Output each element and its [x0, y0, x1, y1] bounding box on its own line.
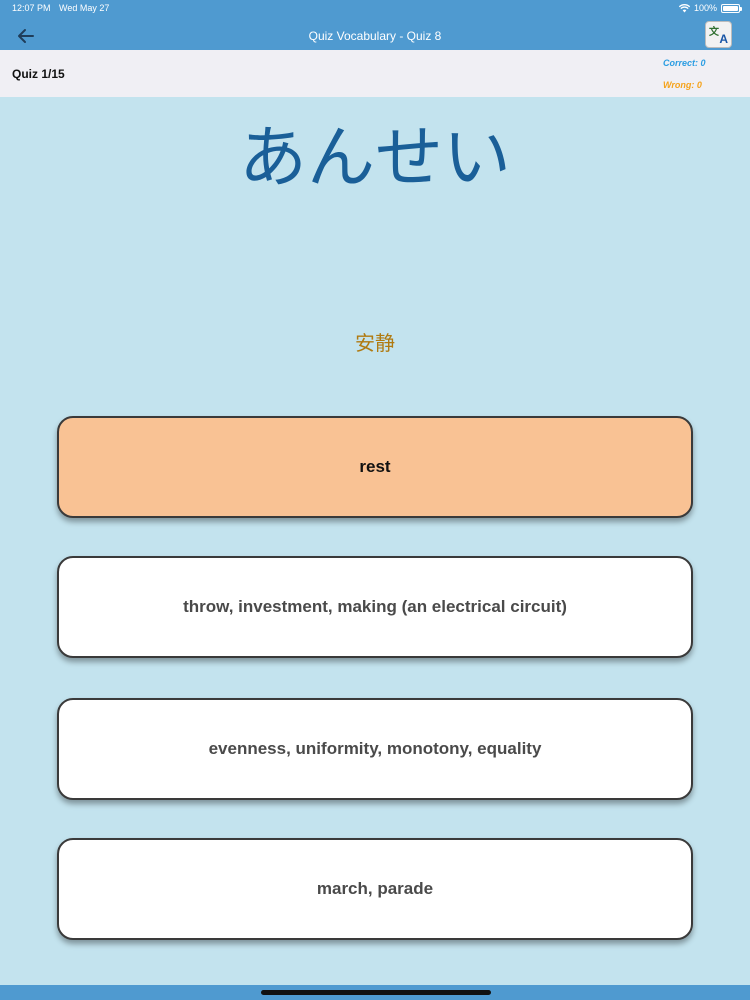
answer-option-label: evenness, uniformity, monotony, equality [208, 739, 542, 758]
wifi-icon [678, 3, 690, 12]
home-indicator[interactable] [261, 990, 491, 995]
answer-option-2[interactable]: throw, investment, making (an electrical… [57, 556, 693, 658]
battery-percent: 100% [693, 3, 717, 13]
question-kana: あんせい [238, 119, 511, 198]
answer-option-label: march, parade [316, 879, 434, 898]
correct-count: Correct: 0 [663, 58, 706, 68]
translate-icon-letter: A [719, 32, 728, 46]
answer-option-4[interactable]: march, parade [57, 838, 693, 940]
answer-option-3[interactable]: evenness, uniformity, monotony, equality [57, 698, 693, 800]
translate-button[interactable]: 文 A [705, 21, 732, 48]
status-right: 100% [678, 3, 742, 13]
status-date: Wed May 27 [59, 3, 110, 13]
answer-option-label: rest [359, 457, 391, 476]
wrong-count: Wrong: 0 [663, 80, 702, 90]
question-kanji: 安静 [355, 331, 395, 355]
page-title: Quiz Vocabulary - Quiz 8 [308, 29, 442, 43]
answer-option-1[interactable]: rest [57, 416, 693, 518]
answer-option-label: throw, investment, making (an electrical… [183, 597, 567, 616]
status-bar: 12:07 PM Wed May 27 100% [0, 3, 750, 17]
quiz-info-bar: Quiz 1/15 Correct: 0 Wrong: 0 [0, 50, 750, 97]
quiz-progress: Quiz 1/15 [12, 67, 65, 81]
translate-icon: 文 [709, 27, 719, 38]
status-time: 12:07 PM [12, 3, 51, 13]
navigation-bar: 12:07 PM Wed May 27 100% Quiz Vocabulary… [0, 0, 750, 50]
battery-icon [721, 3, 742, 13]
